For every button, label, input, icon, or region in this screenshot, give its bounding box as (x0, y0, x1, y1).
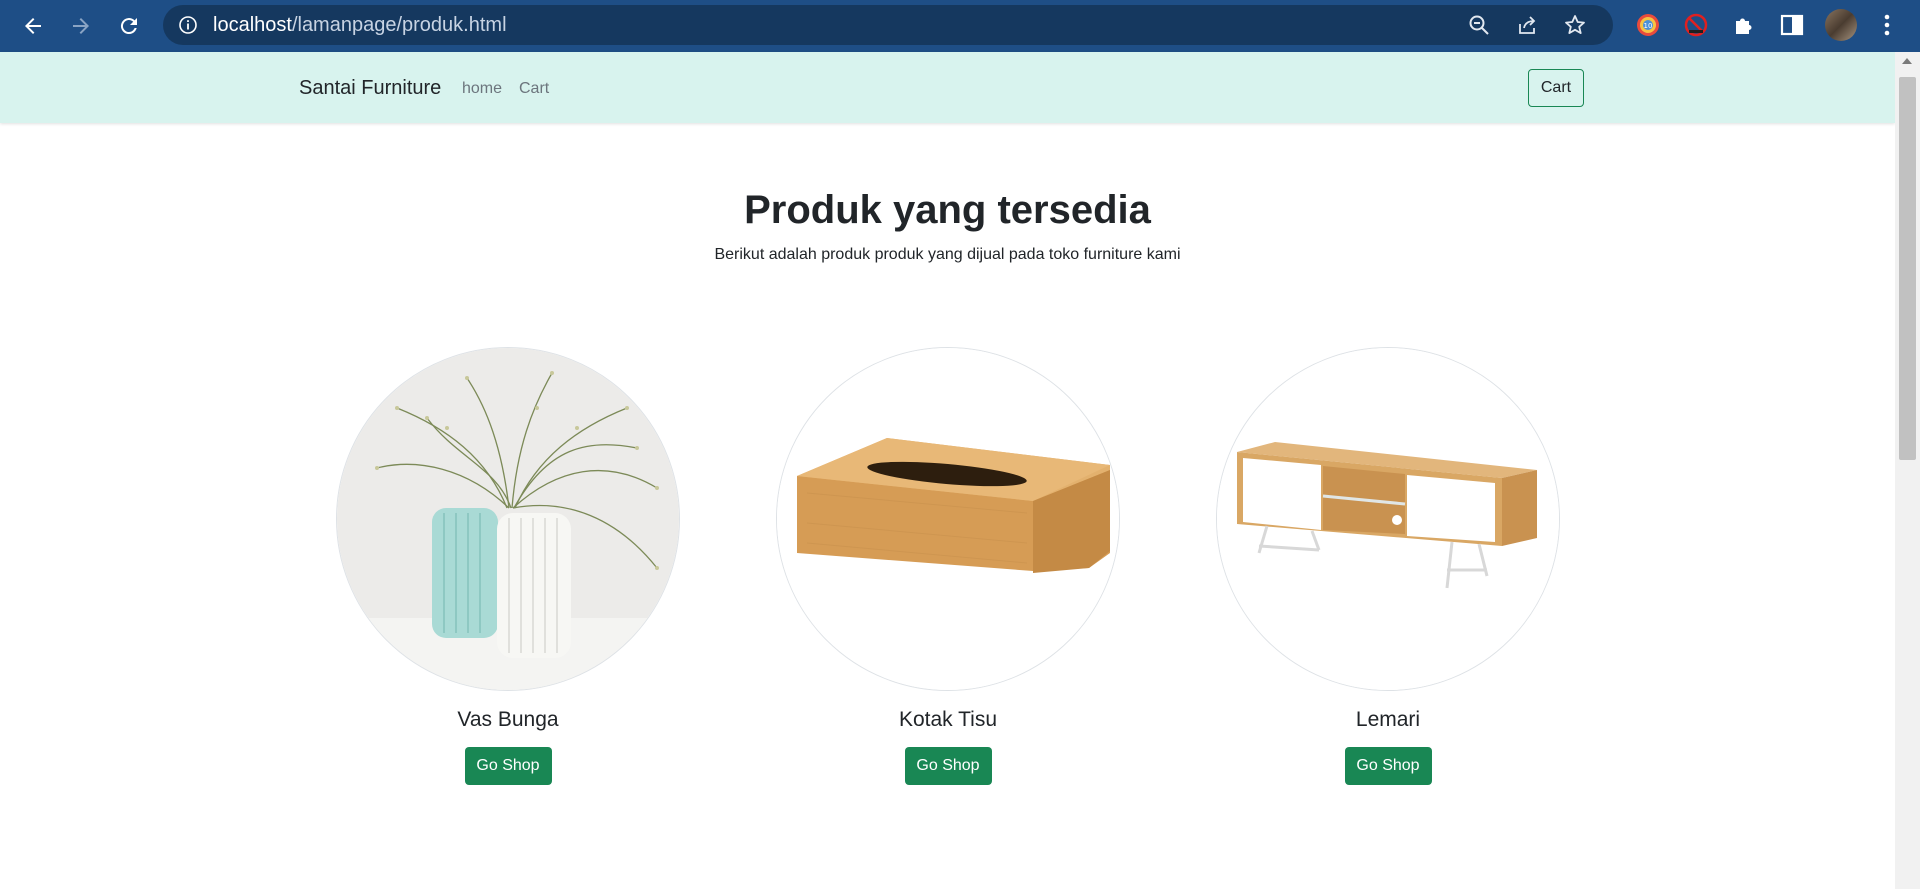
cart-button[interactable]: Cart (1528, 69, 1584, 107)
product-name: Kotak Tisu (898, 708, 998, 731)
svg-text:10: 10 (1644, 22, 1653, 30)
product-card: Lemari Go Shop (1216, 347, 1560, 785)
browser-toolbar: localhost/lamanpage/produk.html 10 (0, 0, 1920, 52)
side-panel-icon[interactable] (1779, 12, 1805, 38)
go-shop-button[interactable]: Go Shop (1344, 747, 1432, 785)
product-card: Kotak Tisu Go Shop (776, 347, 1120, 785)
extensions-puzzle-icon[interactable] (1731, 12, 1757, 38)
page-scrollbar[interactable] (1895, 52, 1920, 889)
brand-link[interactable]: Santai Furniture (299, 52, 441, 125)
nav-link-cart[interactable]: Cart (519, 52, 549, 125)
share-icon[interactable] (1516, 14, 1538, 36)
product-image-vase (336, 347, 680, 691)
profile-avatar[interactable] (1825, 9, 1857, 41)
scroll-up-arrow-icon[interactable] (1902, 58, 1912, 64)
product-card: Vas Bunga Go Shop (336, 347, 680, 785)
forward-arrow-icon[interactable] (65, 10, 97, 42)
go-shop-button[interactable]: Go Shop (464, 747, 552, 785)
url-text[interactable]: localhost/lamanpage/produk.html (213, 5, 507, 45)
url-path: /lamanpage/produk.html (291, 14, 507, 36)
product-image-cabinet (1216, 347, 1560, 691)
kebab-menu-icon[interactable] (1874, 12, 1900, 38)
back-arrow-icon[interactable] (17, 10, 49, 42)
product-name: Lemari (1355, 708, 1421, 731)
scroll-thumb[interactable] (1899, 77, 1916, 460)
nav-link-home[interactable]: home (462, 52, 502, 125)
address-bar[interactable]: localhost/lamanpage/produk.html (163, 5, 1613, 45)
extension-colorful-icon[interactable]: 10 (1635, 12, 1661, 38)
url-host: localhost (213, 14, 292, 36)
reload-icon[interactable] (113, 10, 145, 42)
go-shop-button[interactable]: Go Shop (904, 747, 992, 785)
extension-blocked-icon[interactable] (1683, 12, 1709, 38)
product-image-tissue-box (776, 347, 1120, 691)
site-navbar: Santai Furniture home Cart Cart (0, 52, 1895, 123)
zoom-icon[interactable] (1468, 14, 1490, 36)
product-name: Vas Bunga (457, 708, 559, 731)
page-subtitle: Berikut adalah produk produk yang dijual… (714, 246, 1181, 263)
site-info-icon[interactable] (178, 15, 198, 35)
bookmark-star-icon[interactable] (1564, 14, 1586, 36)
page-title: Produk yang tersedia (744, 188, 1151, 232)
